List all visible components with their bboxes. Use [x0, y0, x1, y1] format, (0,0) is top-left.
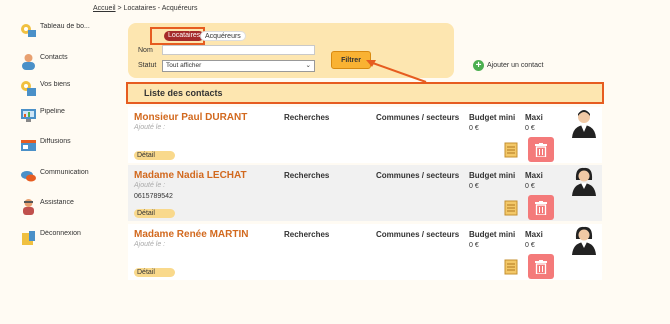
trash-icon — [535, 142, 547, 157]
breadcrumb: Accueil > Locataires - Acquéreurs — [93, 5, 198, 12]
column-communes: Communes / secteurs — [376, 230, 460, 239]
sidebar-item-properties[interactable]: Vos biens — [20, 78, 120, 100]
properties-icon — [21, 81, 36, 96]
sidebar-item-contacts[interactable]: Contacts — [20, 51, 120, 73]
contact-added-date: Ajouté le : — [134, 124, 166, 131]
sidebar-item-label: Communication — [40, 169, 89, 176]
contact-budget-min: 0 € — [469, 242, 479, 249]
column-budget-min: Budget mini — [469, 171, 516, 180]
female-avatar-icon — [572, 167, 596, 196]
broadcast-icon — [21, 140, 36, 151]
document-icon[interactable] — [504, 259, 518, 275]
breadcrumb-home-link[interactable]: Accueil — [93, 5, 116, 12]
contact-added-date: Ajouté le : — [134, 241, 166, 248]
column-max: Maxi — [525, 171, 543, 180]
document-icon[interactable] — [504, 142, 518, 158]
contact-name[interactable]: Madame Nadia LECHAT — [134, 170, 247, 181]
sidebar-item-label: Assistance — [40, 199, 74, 206]
sidebar-item-label: Vos biens — [40, 81, 71, 88]
contact-budget-min: 0 € — [469, 125, 479, 132]
contact-added-date: Ajouté le : — [134, 182, 166, 189]
contacts-icon — [22, 54, 35, 70]
female-avatar-icon — [572, 226, 596, 255]
detail-button[interactable]: Détail — [134, 268, 175, 277]
list-header: Liste des contacts — [126, 82, 604, 104]
column-max: Maxi — [525, 113, 543, 122]
sidebar-item-support[interactable]: Assistance — [20, 196, 120, 218]
name-label: Nom — [138, 47, 153, 54]
communication-icon — [21, 171, 36, 182]
sidebar-item-pipeline[interactable]: Pipeline — [20, 105, 120, 127]
sidebar-item-label: Déconnexion — [40, 230, 81, 237]
column-max: Maxi — [525, 230, 543, 239]
plus-icon: + — [473, 60, 484, 71]
column-budget-min: Budget mini — [469, 113, 516, 122]
add-contact-button[interactable]: + Ajouter un contact — [473, 60, 543, 71]
detail-button[interactable]: Détail — [134, 209, 175, 218]
tab-locataires[interactable]: Locataires — [164, 31, 205, 41]
contact-row: Monsieur Paul DURANT Ajouté le : Détail … — [128, 107, 602, 163]
document-icon[interactable] — [504, 200, 518, 216]
name-input[interactable] — [162, 45, 315, 55]
chevron-down-icon: ⌄ — [305, 62, 311, 69]
sidebar-item-label: Diffusions — [40, 138, 71, 145]
delete-button[interactable] — [528, 137, 554, 162]
contact-name[interactable]: Madame Renée MARTIN — [134, 229, 248, 240]
contact-row: Madame Renée MARTIN Ajouté le : Détail R… — [128, 224, 602, 280]
breadcrumb-separator: > — [115, 5, 124, 12]
status-select[interactable]: Tout afficher ⌄ — [162, 60, 315, 72]
column-searches: Recherches — [284, 113, 330, 122]
column-communes: Communes / secteurs — [376, 171, 460, 180]
pipeline-icon — [21, 109, 36, 122]
sidebar-item-label: Tableau de bo... — [40, 23, 90, 30]
sidebar-item-label: Pipeline — [40, 108, 65, 115]
column-communes: Communes / secteurs — [376, 113, 460, 122]
status-label: Statut — [138, 62, 157, 69]
contact-max: 0 € — [525, 125, 535, 132]
male-avatar-icon — [572, 110, 596, 138]
delete-button[interactable] — [528, 254, 554, 279]
add-contact-label: Ajouter un contact — [487, 62, 544, 69]
detail-button[interactable]: Détail — [134, 151, 175, 160]
column-searches: Recherches — [284, 230, 330, 239]
sidebar-item-logout[interactable]: Déconnexion — [20, 227, 120, 249]
tab-acquereurs[interactable]: Acquéreurs — [200, 31, 246, 41]
contact-max: 0 € — [525, 242, 535, 249]
contact-max: 0 € — [525, 183, 535, 190]
contact-phone: 0615789542 — [134, 193, 173, 200]
delete-button[interactable] — [528, 195, 554, 220]
sidebar-item-label: Contacts — [40, 54, 68, 61]
contact-name[interactable]: Monsieur Paul DURANT — [134, 112, 247, 123]
trash-icon — [535, 259, 547, 274]
column-searches: Recherches — [284, 171, 330, 180]
sidebar-item-broadcast[interactable]: Diffusions — [20, 135, 120, 157]
contact-budget-min: 0 € — [469, 183, 479, 190]
sidebar-item-communication[interactable]: Communication — [20, 166, 120, 188]
logout-icon — [22, 231, 35, 245]
breadcrumb-current: Locataires - Acquéreurs — [123, 5, 198, 12]
sidebar-item-dashboard[interactable]: Tableau de bo... — [20, 20, 120, 42]
dashboard-icon — [21, 24, 36, 37]
support-icon — [23, 199, 34, 215]
contact-row: Madame Nadia LECHAT Ajouté le : 06157895… — [128, 165, 602, 221]
column-budget-min: Budget mini — [469, 230, 516, 239]
status-selected-value: Tout afficher — [166, 62, 202, 69]
trash-icon — [535, 200, 547, 215]
